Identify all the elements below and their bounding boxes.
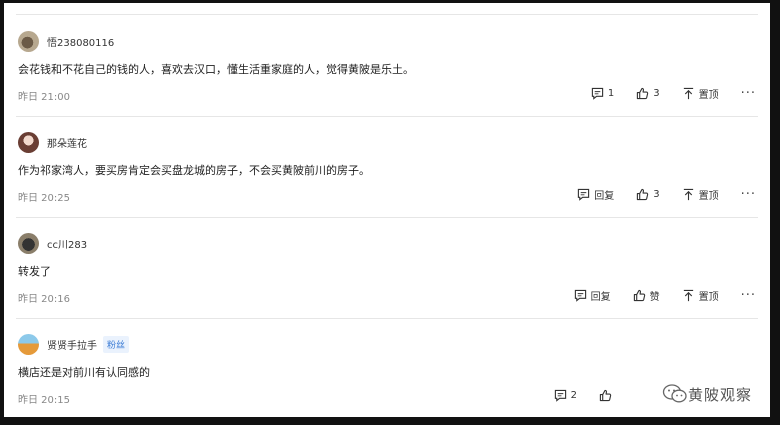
comment-text: 作为祁家湾人，要买房肯定会买盘龙城的房子，不会买黄陂前川的房子。: [18, 164, 370, 177]
comment-time: 昨日 21:00: [18, 92, 70, 103]
comment-actions: 回复 赞 置顶 ···: [574, 288, 756, 303]
wechat-icon: [662, 384, 687, 403]
avatar[interactable]: [18, 30, 39, 52]
like-button[interactable]: 3: [636, 188, 660, 201]
comment-icon: [574, 289, 586, 302]
reply-button[interactable]: 2: [554, 389, 577, 402]
avatar[interactable]: [18, 232, 39, 254]
like-button[interactable]: [599, 389, 616, 402]
comment-icon: [578, 188, 590, 201]
like-label: 3: [653, 189, 660, 200]
pin-button[interactable]: 置顶: [682, 187, 719, 202]
pin-top-icon: [683, 87, 693, 100]
avatar[interactable]: [18, 131, 39, 153]
thumb-up-icon: [633, 289, 645, 302]
like-label: 赞: [649, 292, 660, 303]
reply-label: 2: [570, 390, 577, 401]
reply-label: 回复: [590, 292, 611, 303]
reply-button[interactable]: 回复: [574, 288, 611, 303]
watermark-text: 黄陂观察: [687, 385, 752, 404]
comment-icon: [591, 87, 604, 100]
reply-button[interactable]: 回复: [577, 187, 614, 202]
comment-actions: 1 3 置顶 ···: [591, 86, 756, 101]
more-icon[interactable]: ···: [741, 187, 756, 202]
comment-actions: 2: [554, 389, 616, 402]
comment-item: 悟238080116 会花钱和不花自己的钱的人，喜欢去汉口，懂生活重家庭的人，觉…: [16, 16, 758, 117]
comment-user[interactable]: 贤贤手拉手 粉丝: [18, 332, 130, 356]
more-icon[interactable]: ···: [741, 288, 756, 303]
pin-top-icon: [683, 188, 693, 201]
pin-label: 置顶: [698, 90, 719, 101]
divider: [16, 14, 758, 15]
comment-item: cc川283 转发了 昨日 20:16 回复 赞 置顶 ···: [16, 218, 758, 319]
comment-icon: [554, 389, 566, 402]
username[interactable]: 贤贤手拉手: [47, 337, 97, 352]
avatar[interactable]: [18, 333, 39, 355]
comment-actions: 回复 3 置顶 ···: [577, 187, 756, 202]
pin-label: 置顶: [698, 191, 719, 202]
username[interactable]: 悟238080116: [47, 34, 114, 49]
pin-button[interactable]: 置顶: [682, 86, 719, 101]
comment-text: 转发了: [18, 265, 51, 278]
comment-time: 昨日 20:25: [18, 193, 70, 204]
thumb-up-icon: [599, 389, 612, 402]
fan-badge: 粉丝: [103, 335, 130, 353]
pin-top-icon: [683, 289, 693, 302]
comment-item: 贤贤手拉手 粉丝 横店还是对前川有认同感的 昨日 20:15 2: [16, 319, 758, 417]
comment-time: 昨日 20:15: [18, 395, 70, 406]
comment-text: 会花钱和不花自己的钱的人，喜欢去汉口，懂生活重家庭的人，觉得黄陂是乐土。: [18, 63, 414, 76]
watermark: 黄陂观察: [657, 381, 756, 407]
comment-user[interactable]: 那朵莲花: [18, 130, 87, 154]
thumb-up-icon: [637, 87, 649, 100]
comment-panel: 悟238080116 会花钱和不花自己的钱的人，喜欢去汉口，懂生活重家庭的人，觉…: [4, 3, 770, 417]
comment-user[interactable]: 悟238080116: [18, 29, 114, 53]
comment-user[interactable]: cc川283: [18, 231, 87, 255]
comment-item: 那朵莲花 作为祁家湾人，要买房肯定会买盘龙城的房子，不会买黄陂前川的房子。 昨日…: [16, 117, 758, 218]
like-button[interactable]: 3: [636, 87, 660, 100]
pin-button[interactable]: 置顶: [682, 288, 719, 303]
pin-label: 置顶: [698, 292, 719, 303]
comment-text: 横店还是对前川有认同感的: [18, 366, 150, 379]
more-icon[interactable]: ···: [741, 86, 756, 101]
comment-time: 昨日 20:16: [18, 294, 70, 305]
reply-button[interactable]: 1: [591, 87, 614, 100]
like-label: 3: [653, 88, 660, 99]
username[interactable]: 那朵莲花: [47, 135, 87, 150]
username[interactable]: cc川283: [47, 236, 87, 251]
thumb-up-icon: [637, 188, 649, 201]
reply-label: 1: [607, 88, 615, 99]
reply-label: 回复: [594, 191, 615, 202]
like-button[interactable]: 赞: [633, 288, 660, 303]
